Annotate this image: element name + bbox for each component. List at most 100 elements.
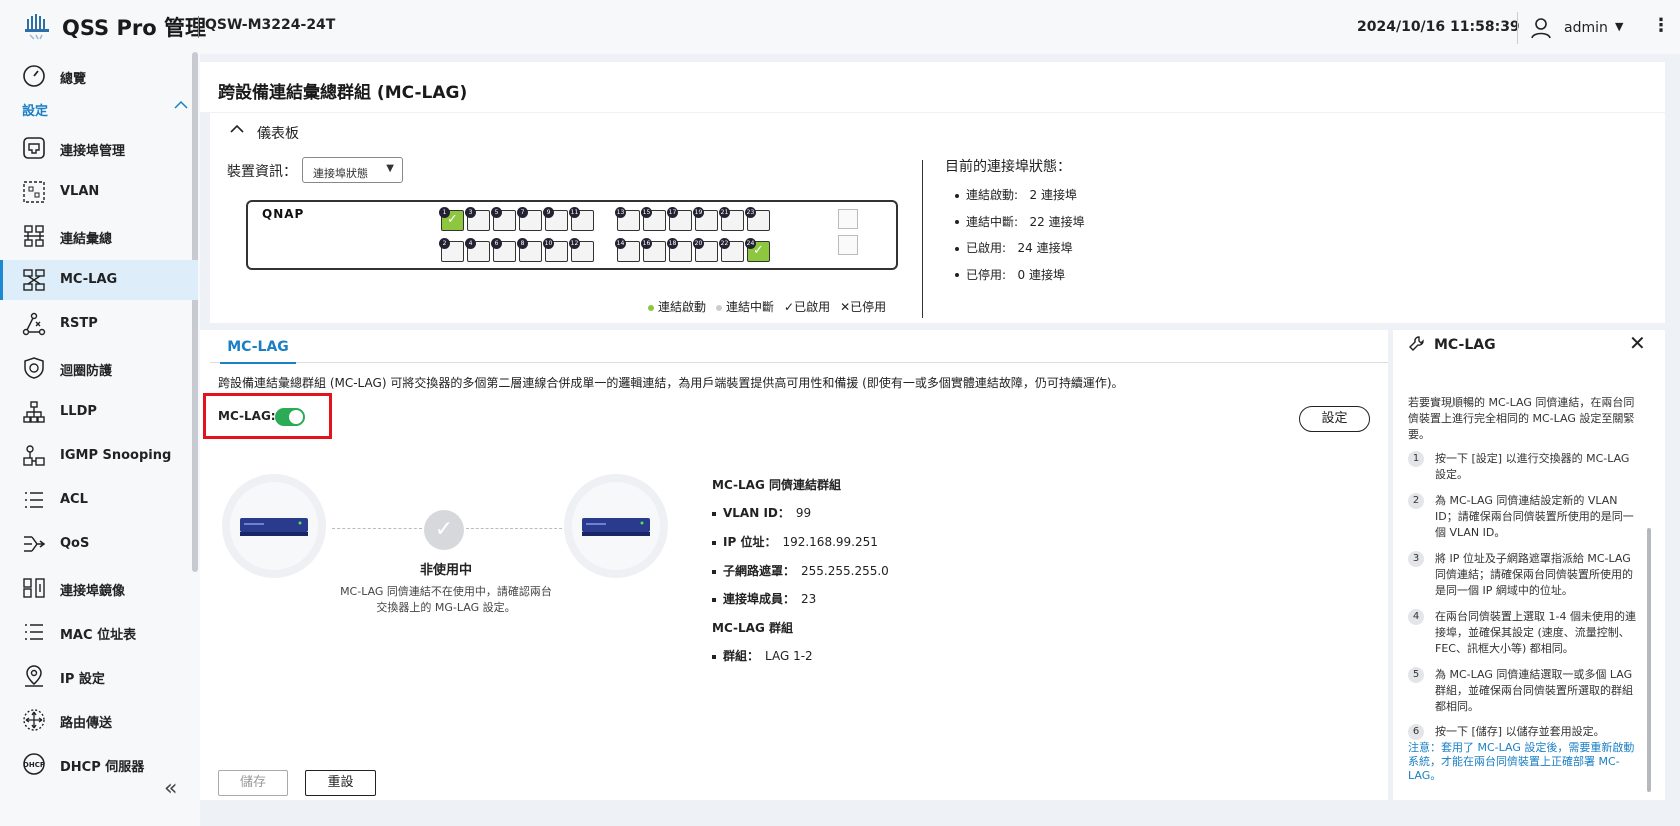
sidebar-item-mclag[interactable]: MC-LAG xyxy=(0,260,198,300)
lag-group-row: 群組： LAG 1-2 xyxy=(712,647,813,664)
port-21[interactable]: 21 xyxy=(719,207,744,231)
port-10[interactable]: 10 xyxy=(543,238,568,262)
status-row: 連結中斷: 22 連接埠 xyxy=(955,213,1085,240)
port-number: 13 xyxy=(615,207,626,218)
port-7[interactable]: 7 xyxy=(517,207,542,231)
port-18[interactable]: 18 xyxy=(667,238,692,262)
step-number: 2 xyxy=(1408,493,1424,509)
reset-button[interactable]: 重設 xyxy=(305,770,376,796)
device-info-label: 裝置資訊： xyxy=(227,164,297,180)
port-3[interactable]: 3 xyxy=(465,207,490,231)
sidebar-item-mac-table[interactable]: MAC 位址表 xyxy=(0,612,198,652)
help-scrollbar[interactable] xyxy=(1647,528,1651,792)
peer-link-status-desc: 交換器上的 MG-LAG 設定。 xyxy=(376,601,516,614)
port-14[interactable]: 14 xyxy=(615,238,640,262)
status-value: 2 連接埠 xyxy=(1029,188,1077,202)
routing-icon xyxy=(23,709,45,731)
chevron-down-icon[interactable]: ▼ xyxy=(1615,20,1623,33)
port-22[interactable]: 22 xyxy=(719,238,744,262)
settings-button[interactable]: 設定 xyxy=(1299,406,1370,432)
sidebar-item-rstp[interactable]: RSTP xyxy=(0,304,198,344)
link-aggregation-icon xyxy=(24,225,44,247)
port-1[interactable]: 1 xyxy=(439,207,464,231)
tab-mclag[interactable]: MC-LAG xyxy=(220,336,296,364)
qos-icon xyxy=(24,536,46,552)
sidebar-item-igmp-snooping[interactable]: IGMP Snooping xyxy=(0,436,198,476)
sidebar-item-vlan[interactable]: VLAN xyxy=(0,172,198,212)
sidebar-item-ip-settings[interactable]: IP 設定 xyxy=(0,656,198,696)
port-number: 12 xyxy=(569,238,580,249)
datetime: 2024/10/16 11:58:39 xyxy=(1357,19,1520,35)
sidebar-item-routing[interactable]: 路由傳送 xyxy=(0,700,198,740)
svg-text:DHCP: DHCP xyxy=(23,761,45,769)
info-value: 23 xyxy=(801,592,817,606)
chevron-up-icon[interactable] xyxy=(230,124,244,134)
title-separator xyxy=(198,16,199,38)
step-text: 按一下 [儲存] 以儲存並套用設定。 xyxy=(1435,725,1605,738)
device-info-select[interactable]: 連接埠狀態 ▼ xyxy=(302,157,403,183)
user-menu[interactable]: admin xyxy=(1564,20,1608,36)
lldp-icon xyxy=(23,401,45,423)
port-number: 21 xyxy=(719,207,730,218)
sidebar-item-port-management[interactable]: 連接埠管理 xyxy=(0,128,198,168)
step-text: 為 MC-LAG 同儕連結選取一或多個 LAG 群組，並確保兩台同儕裝置所選取的… xyxy=(1435,668,1633,713)
switch-device-icon xyxy=(582,518,650,536)
collapse-sidebar-icon[interactable]: « xyxy=(164,776,177,801)
info-key: 子網路遮罩： xyxy=(723,564,796,578)
step-number: 4 xyxy=(1408,609,1424,625)
port-number: 7 xyxy=(517,207,528,218)
user-icon[interactable] xyxy=(1530,17,1552,39)
port-4[interactable]: 4 xyxy=(465,238,490,262)
port-13[interactable]: 13 xyxy=(615,207,640,231)
port-12[interactable]: 12 xyxy=(569,238,594,262)
sidebar-item-label: 連接埠鏡像 xyxy=(60,584,126,599)
port-2[interactable]: 2 xyxy=(439,238,464,262)
port-8[interactable]: 8 xyxy=(517,238,542,262)
sidebar-item-label: IGMP Snooping xyxy=(60,448,172,463)
mclag-toggle[interactable] xyxy=(275,408,305,426)
port-15[interactable]: 15 xyxy=(641,207,666,231)
lag-group-title: MC-LAG 群組 xyxy=(712,621,793,635)
port-9[interactable]: 9 xyxy=(543,207,568,231)
port-number: 22 xyxy=(719,238,730,249)
sidebar-item-label: LLDP xyxy=(60,404,97,419)
peer-group-title: MC-LAG 同儕連結群組 xyxy=(712,478,841,492)
port-24[interactable]: 24 xyxy=(745,238,770,262)
more-options-icon[interactable]: ⋮ xyxy=(1652,17,1670,35)
status-key: 已啟用: xyxy=(966,241,1007,255)
port-20[interactable]: 20 xyxy=(693,238,718,262)
sidebar-item-lldp[interactable]: LLDP xyxy=(0,392,198,432)
port-6[interactable]: 6 xyxy=(491,238,516,262)
save-button[interactable]: 儲存 xyxy=(218,770,288,796)
sidebar-item-link-aggregation[interactable]: 連結彙總 xyxy=(0,216,198,256)
status-key: 連結中斷: xyxy=(966,214,1019,229)
step-number: 3 xyxy=(1408,551,1424,567)
sidebar-item-overview[interactable]: 總覽 xyxy=(0,56,198,96)
sidebar-item-port-mirroring[interactable]: 連接埠鏡像 xyxy=(0,568,198,608)
rstp-icon xyxy=(22,312,46,336)
port-16[interactable]: 16 xyxy=(641,238,666,262)
port-5[interactable]: 5 xyxy=(491,207,516,231)
chevron-down-icon: ▼ xyxy=(386,163,394,174)
port-number: 3 xyxy=(465,207,476,218)
sidebar-item-qos[interactable]: QoS xyxy=(0,524,198,564)
chevron-up-icon[interactable] xyxy=(174,100,188,110)
sidebar-item-acl[interactable]: ACL xyxy=(0,480,198,520)
status-row: 連結啟動: 2 連接埠 xyxy=(955,186,1085,213)
port-number: 16 xyxy=(641,238,652,249)
sidebar-section-settings[interactable]: 設定 xyxy=(22,100,48,119)
port-23[interactable]: 23 xyxy=(745,207,770,231)
info-key: 連接埠成員： xyxy=(723,592,796,606)
divider xyxy=(922,160,923,318)
peer-row-subnet: 子網路遮罩： 255.255.255.0 xyxy=(712,562,889,579)
port-19[interactable]: 19 xyxy=(693,207,718,231)
port-17[interactable]: 17 xyxy=(667,207,692,231)
port-11[interactable]: 11 xyxy=(569,207,594,231)
check-icon: ✓ xyxy=(424,510,464,550)
device-model: QSW-M3224-24T xyxy=(205,17,336,33)
sidebar-item-loop-protection[interactable]: 迴圈防護 xyxy=(0,348,198,388)
dashboard-title[interactable]: 儀表板 xyxy=(257,123,299,143)
close-icon[interactable]: ✕ xyxy=(1629,333,1646,353)
sidebar-item-label: ACL xyxy=(60,492,88,507)
info-value: 255.255.255.0 xyxy=(801,564,889,578)
